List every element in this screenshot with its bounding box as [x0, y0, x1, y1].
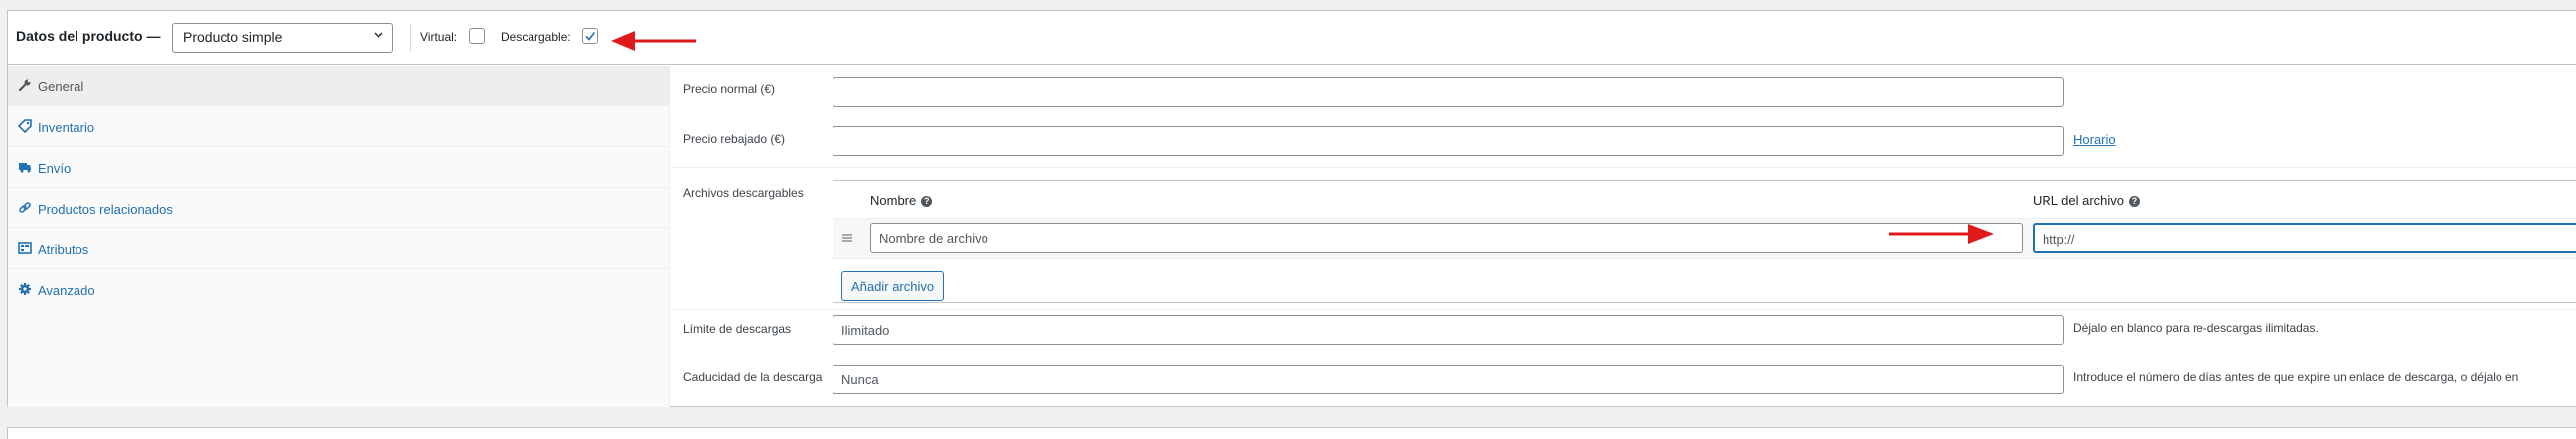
product-data-tabs: General Inventario Envío Productos relac…	[8, 66, 670, 407]
download-expiry-hint: Introduce el número de días antes de que…	[2073, 370, 2519, 384]
col-name-label: Nombre	[870, 193, 917, 208]
product-type-value: Producto simple	[183, 29, 283, 45]
sale-price-label: Precio rebajado (€)	[683, 132, 786, 146]
link-icon	[19, 202, 31, 213]
wrench-icon	[18, 79, 31, 92]
chevron-down-icon	[374, 32, 383, 38]
virtual-label: Virtual:	[420, 30, 458, 44]
regular-price-input[interactable]	[833, 77, 2064, 107]
tab-general-label: General	[38, 79, 84, 94]
help-icon[interactable]: ?	[921, 196, 933, 208]
virtual-checkbox[interactable]	[469, 28, 485, 44]
file-url-input[interactable]: http://	[2033, 223, 2576, 253]
download-expiry-input[interactable]: Nunca	[833, 365, 2064, 394]
tab-shipping-label: Envío	[38, 161, 72, 176]
download-limit-label: Límite de descargas	[683, 322, 792, 336]
list-table-icon	[18, 242, 32, 254]
tab-attributes[interactable]: Atributos	[8, 228, 670, 269]
next-panel-edge	[7, 427, 2576, 439]
tab-linked-products[interactable]: Productos relacionados	[8, 188, 670, 228]
tab-advanced[interactable]: Avanzado	[8, 269, 670, 310]
annotation-arrow-icon	[611, 31, 696, 51]
header-separator	[410, 24, 411, 52]
add-file-button[interactable]: Añadir archivo	[841, 271, 945, 301]
annotation-arrow-icon	[1889, 224, 1994, 244]
file-row: Nombre de archivo http://	[833, 218, 2576, 259]
file-name-input[interactable]: Nombre de archivo	[870, 223, 2023, 253]
tab-shipping[interactable]: Envío	[8, 147, 670, 188]
sale-price-input[interactable]	[833, 126, 2064, 156]
downloadable-label: Descargable:	[501, 30, 571, 44]
download-limit-hint: Déjalo en blanco para re-descargas ilimi…	[2073, 321, 2319, 335]
col-url-header: URL del archivo?	[2033, 193, 2141, 208]
product-data-header: Datos del producto — Producto simple Vir…	[8, 11, 2576, 65]
downloadable-files-label: Archivos descargables	[683, 186, 804, 200]
col-name-header: Nombre?	[870, 193, 933, 208]
product-type-select[interactable]: Producto simple	[172, 23, 393, 53]
tag-icon	[18, 119, 32, 133]
section-divider	[671, 167, 2576, 168]
section-divider	[671, 309, 2576, 310]
regular-price-label: Precio normal (€)	[683, 82, 776, 96]
truck-icon	[19, 163, 31, 173]
product-data-title: Datos del producto —	[16, 28, 161, 44]
tab-inventory[interactable]: Inventario	[8, 106, 670, 147]
drag-handle-icon[interactable]	[841, 232, 853, 244]
tab-general[interactable]: General	[8, 66, 670, 106]
download-expiry-label: Caducidad de la descarga	[683, 370, 823, 384]
schedule-link[interactable]: Horario	[2073, 132, 2116, 147]
help-icon[interactable]: ?	[2129, 196, 2141, 208]
tab-linked-products-label: Productos relacionados	[38, 202, 173, 217]
tab-attributes-label: Atributos	[38, 242, 89, 257]
tab-advanced-label: Avanzado	[38, 283, 95, 298]
download-limit-input[interactable]: Ilimitado	[833, 315, 2064, 345]
downloadable-checkbox[interactable]	[582, 28, 598, 44]
col-url-label: URL del archivo	[2033, 193, 2125, 208]
tab-inventory-label: Inventario	[38, 120, 95, 135]
gear-icon	[19, 283, 31, 295]
product-data-panel: Datos del producto — Producto simple Vir…	[7, 10, 2576, 407]
downloadable-files-table: Nombre? URL del archivo? Nombre de archi…	[833, 180, 2576, 303]
checkmark-icon	[585, 32, 596, 41]
